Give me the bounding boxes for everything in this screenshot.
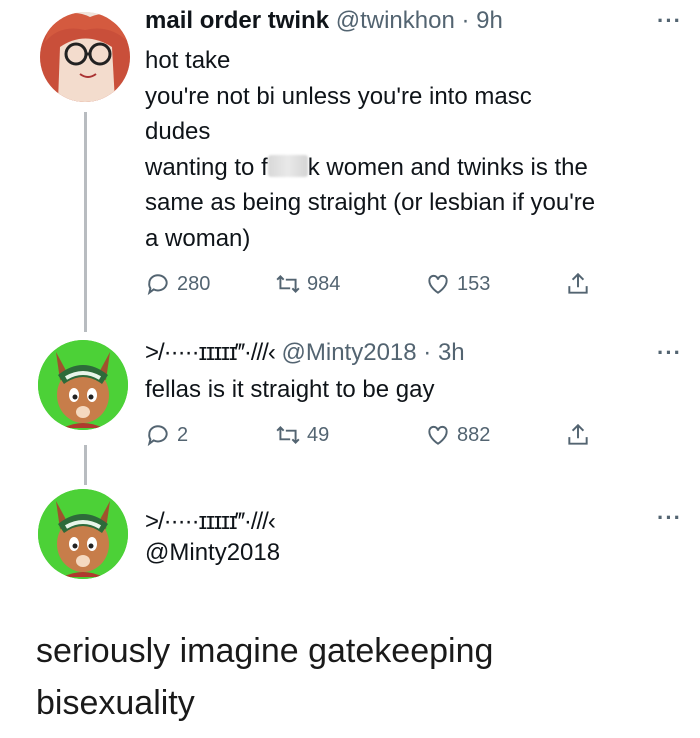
like-button[interactable]: 153 xyxy=(425,271,490,297)
tweet-2[interactable]: >/·····ɪɪɪɪɪ‴·///‹ @Minty2018 · 3h ··· f… xyxy=(0,330,700,460)
more-icon[interactable]: ··· xyxy=(657,505,682,531)
share-icon xyxy=(568,272,588,294)
reply-button[interactable]: 2 xyxy=(145,422,188,448)
tweet-header: @Minty2018 xyxy=(145,538,280,568)
retweet-button[interactable]: 49 xyxy=(275,422,329,448)
reply-icon xyxy=(147,425,168,447)
display-name[interactable]: mail order twink xyxy=(145,7,329,34)
retweet-icon xyxy=(276,275,300,293)
user-handle[interactable]: @Minty2018 xyxy=(282,339,417,366)
like-button[interactable]: 882 xyxy=(425,422,490,448)
caption-line: bisexuality xyxy=(36,684,195,722)
tweet-text-line: hot take xyxy=(145,47,231,74)
caption: seriously imagine gatekeeping bisexualit… xyxy=(36,625,676,729)
caption-line: seriously imagine gatekeeping xyxy=(36,632,494,670)
tweet-3[interactable]: >/·····ɪɪɪɪɪ‴·///‹ @Minty2018 ··· xyxy=(0,485,700,595)
separator: · xyxy=(423,339,432,366)
retweet-button[interactable]: 984 xyxy=(275,271,340,297)
reply-button[interactable]: 280 xyxy=(145,271,210,297)
user-handle[interactable]: @twinkhon xyxy=(336,7,455,34)
reply-count: 280 xyxy=(177,272,211,295)
tweet-header: mail order twink @twinkhon · 9h xyxy=(145,6,503,36)
avatar[interactable] xyxy=(40,12,130,102)
text-fragment: wanting to f xyxy=(145,153,268,181)
avatar-illustration xyxy=(38,489,128,579)
tweet-text-line: dudes xyxy=(145,118,211,145)
tweet-text-line: wanting to f k women and twinks is the xyxy=(145,150,690,186)
tweet-actions: 280 984 153 xyxy=(145,271,605,301)
avatar[interactable] xyxy=(38,489,128,579)
retweet-count: 49 xyxy=(307,423,330,446)
separator: · xyxy=(461,7,470,34)
text-fragment: k women and twinks is the xyxy=(307,153,588,181)
avatar[interactable] xyxy=(38,340,128,430)
retweet-icon xyxy=(276,426,300,444)
reply-icon xyxy=(147,274,168,296)
user-handle[interactable]: @Minty2018 xyxy=(145,539,280,566)
avatar-illustration xyxy=(40,12,130,102)
share-button[interactable] xyxy=(565,422,591,448)
censor-blur xyxy=(267,154,308,177)
tweet-text: hot take you're not bi unless you're int… xyxy=(145,43,690,256)
share-button[interactable] xyxy=(565,271,591,297)
retweet-count: 984 xyxy=(307,272,341,295)
display-name[interactable]: >/·····ɪɪɪɪɪ‴·///‹ xyxy=(145,508,276,535)
more-icon[interactable]: ··· xyxy=(657,8,682,34)
like-icon xyxy=(428,274,448,294)
display-name[interactable]: >/·····ɪɪɪɪɪ‴·///‹ xyxy=(145,339,276,366)
tweet-text-line: a woman) xyxy=(145,224,251,252)
timestamp[interactable]: 3h xyxy=(438,339,465,366)
tweet-header: >/·····ɪɪɪɪɪ‴·///‹ @Minty2018 · 3h xyxy=(145,338,465,368)
reply-count: 2 xyxy=(177,423,189,446)
like-icon xyxy=(428,425,448,445)
avatar-illustration xyxy=(38,340,128,430)
like-count: 153 xyxy=(457,272,491,295)
tweet-text: fellas is it straight to be gay xyxy=(145,376,435,403)
tweet-1[interactable]: mail order twink @twinkhon · 9h ··· hot … xyxy=(0,0,700,320)
timestamp[interactable]: 9h xyxy=(476,7,503,34)
more-icon[interactable]: ··· xyxy=(657,340,682,366)
tweet-text-line: same as being straight (or lesbian if yo… xyxy=(145,189,596,216)
tweet-actions: 2 49 882 xyxy=(145,422,605,452)
share-icon xyxy=(568,423,588,445)
tweet-header: >/·····ɪɪɪɪɪ‴·///‹ xyxy=(145,507,276,537)
tweet-text-line: you're not bi unless you're into masc xyxy=(145,82,532,110)
like-count: 882 xyxy=(457,423,491,446)
